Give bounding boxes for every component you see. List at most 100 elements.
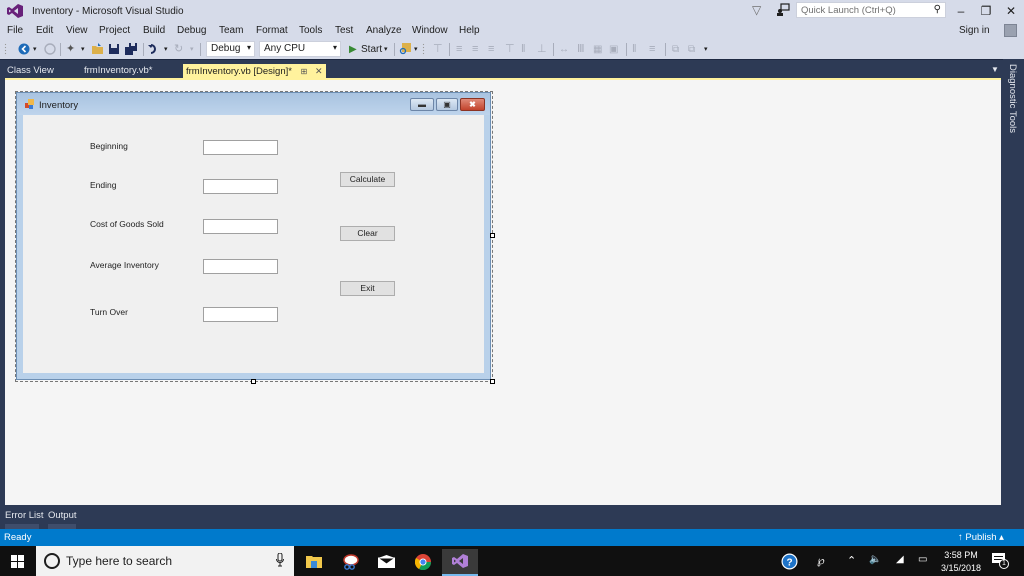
new-project-icon[interactable]: ✦: [66, 42, 75, 57]
redo-dropdown-icon[interactable]: ▾: [190, 42, 194, 57]
resize-handle-bottom[interactable]: [251, 379, 256, 384]
align-rights-icon[interactable]: ≡: [488, 42, 494, 57]
make-same-size-icon[interactable]: ▦: [593, 42, 602, 57]
tab-output[interactable]: Output: [48, 510, 77, 521]
start-button[interactable]: [0, 546, 36, 576]
inventory-form[interactable]: Inventory ▬ ▣ ✖ Beginning Ending Cost of…: [16, 92, 491, 380]
feedback-icon[interactable]: [776, 3, 790, 17]
save-all-icon[interactable]: [124, 43, 137, 55]
start-play-icon[interactable]: ▶: [349, 42, 357, 57]
horizontal-spacing-icon[interactable]: ‖: [632, 42, 637, 57]
menu-help[interactable]: Help: [459, 25, 480, 36]
calculate-button[interactable]: Calculate: [340, 172, 395, 187]
menu-tools[interactable]: Tools: [299, 25, 322, 36]
textbox-average-inventory[interactable]: [203, 259, 278, 274]
mail-icon[interactable]: [368, 549, 404, 576]
chrome-icon[interactable]: [405, 549, 441, 576]
align-tops-icon[interactable]: ⊤: [505, 42, 515, 57]
toolbar-overflow-icon[interactable]: ▾: [414, 42, 418, 57]
account-icon[interactable]: [1004, 24, 1017, 37]
menu-view[interactable]: View: [66, 25, 88, 36]
wifi-icon[interactable]: ◢: [896, 554, 904, 565]
minimize-button[interactable]: –: [950, 2, 972, 20]
menu-build[interactable]: Build: [143, 25, 165, 36]
menu-format[interactable]: Format: [256, 25, 288, 36]
resize-handle-right[interactable]: [490, 233, 495, 238]
label-cost-of-goods-sold[interactable]: Cost of Goods Sold: [90, 219, 164, 229]
save-icon[interactable]: [108, 43, 120, 55]
taskbar-search-input[interactable]: Type here to search: [36, 546, 294, 576]
align-middles-icon[interactable]: ‖: [521, 42, 526, 57]
textbox-ending[interactable]: [203, 179, 278, 194]
action-center-icon[interactable]: 1: [992, 553, 1009, 569]
file-explorer-icon[interactable]: [296, 549, 332, 576]
menu-test[interactable]: Test: [335, 25, 353, 36]
tab-frminventory-code[interactable]: frmInventory.vb*: [84, 65, 152, 76]
layout-toolbar-grip[interactable]: [422, 43, 425, 56]
textbox-beginning[interactable]: [203, 140, 278, 155]
bring-to-front-icon[interactable]: ⧉: [672, 42, 679, 57]
form-designer-surface[interactable]: Inventory ▬ ▣ ✖ Beginning Ending Cost of…: [5, 78, 1001, 505]
sign-in-link[interactable]: Sign in: [959, 25, 990, 36]
align-bottoms-icon[interactable]: ⊥: [537, 42, 547, 57]
show-hidden-icons-chevron-icon[interactable]: ⌃: [847, 554, 856, 567]
vertical-spacing-icon[interactable]: ≡: [649, 42, 655, 57]
form-close-button[interactable]: ✖: [460, 98, 485, 111]
tab-frminventory-design[interactable]: frmInventory.vb [Design]* ⊞ ✕: [183, 64, 327, 79]
people-icon[interactable]: ℘: [817, 554, 825, 567]
snipping-tool-icon[interactable]: [332, 549, 368, 576]
form-maximize-button[interactable]: ▣: [436, 98, 458, 111]
system-clock[interactable]: 3:58 PM 3/15/2018: [938, 549, 984, 575]
menu-file[interactable]: File: [7, 25, 23, 36]
label-turn-over[interactable]: Turn Over: [90, 307, 128, 317]
layout-toolbar-overflow-icon[interactable]: ▾: [704, 42, 708, 57]
tab-list-dropdown-icon[interactable]: ▼: [991, 65, 999, 74]
diagnostic-tools-panel-tab[interactable]: Diagnostic Tools: [1003, 60, 1024, 505]
textbox-cost-of-goods-sold[interactable]: [203, 219, 278, 234]
align-lefts-icon[interactable]: ≡: [456, 42, 462, 57]
textbox-turn-over[interactable]: [203, 307, 278, 322]
label-beginning[interactable]: Beginning: [90, 141, 128, 151]
back-dropdown-icon[interactable]: ▾: [33, 42, 37, 57]
redo-icon[interactable]: ↻: [174, 42, 183, 57]
find-in-files-icon[interactable]: [399, 43, 411, 55]
start-button[interactable]: Start: [361, 42, 382, 57]
solution-platform-dropdown[interactable]: Any CPU ▾: [259, 41, 341, 57]
restore-button[interactable]: ❐: [975, 2, 997, 20]
menu-team[interactable]: Team: [219, 25, 243, 36]
start-dropdown-icon[interactable]: ▾: [384, 42, 388, 57]
microphone-icon[interactable]: [276, 553, 284, 567]
toolbar-grip[interactable]: [4, 43, 7, 56]
battery-icon[interactable]: ▭: [918, 554, 927, 565]
label-average-inventory[interactable]: Average Inventory: [90, 260, 159, 270]
clear-button[interactable]: Clear: [340, 226, 395, 241]
solution-configuration-dropdown[interactable]: Debug ▾: [206, 41, 255, 57]
pin-tab-icon[interactable]: ⊞: [301, 67, 308, 76]
menu-window[interactable]: Window: [412, 25, 448, 36]
navigate-back-icon[interactable]: [18, 43, 30, 55]
undo-icon[interactable]: [148, 43, 160, 55]
menu-edit[interactable]: Edit: [36, 25, 53, 36]
align-to-grid-icon[interactable]: ⊤: [433, 42, 443, 57]
tab-error-list[interactable]: Error List: [5, 510, 44, 521]
quick-launch-input[interactable]: Quick Launch (Ctrl+Q) ⚲: [796, 2, 946, 18]
close-tab-icon[interactable]: ✕: [315, 66, 323, 76]
new-project-dropdown-icon[interactable]: ▾: [81, 42, 85, 57]
publish-button[interactable]: ↑ Publish ▴: [958, 532, 1004, 543]
close-button[interactable]: ✕: [1000, 2, 1022, 20]
undo-dropdown-icon[interactable]: ▾: [164, 42, 168, 57]
menu-project[interactable]: Project: [99, 25, 130, 36]
align-centers-icon[interactable]: ≡: [472, 42, 478, 57]
navigate-forward-icon[interactable]: [44, 43, 56, 55]
exit-button[interactable]: Exit: [340, 281, 395, 296]
resize-handle-bottom-right[interactable]: [490, 379, 495, 384]
volume-icon[interactable]: 🔈: [869, 554, 881, 565]
send-to-back-icon[interactable]: ⧉: [688, 42, 695, 57]
make-same-height-icon[interactable]: Ⅲ: [577, 42, 585, 57]
open-file-icon[interactable]: [92, 43, 104, 55]
form-minimize-button[interactable]: ▬: [410, 98, 434, 111]
notification-filter-icon[interactable]: ▽: [752, 3, 766, 17]
size-to-grid-icon[interactable]: ▣: [609, 42, 618, 57]
make-same-width-icon[interactable]: ↔: [559, 42, 569, 57]
help-icon[interactable]: ?: [781, 553, 798, 570]
